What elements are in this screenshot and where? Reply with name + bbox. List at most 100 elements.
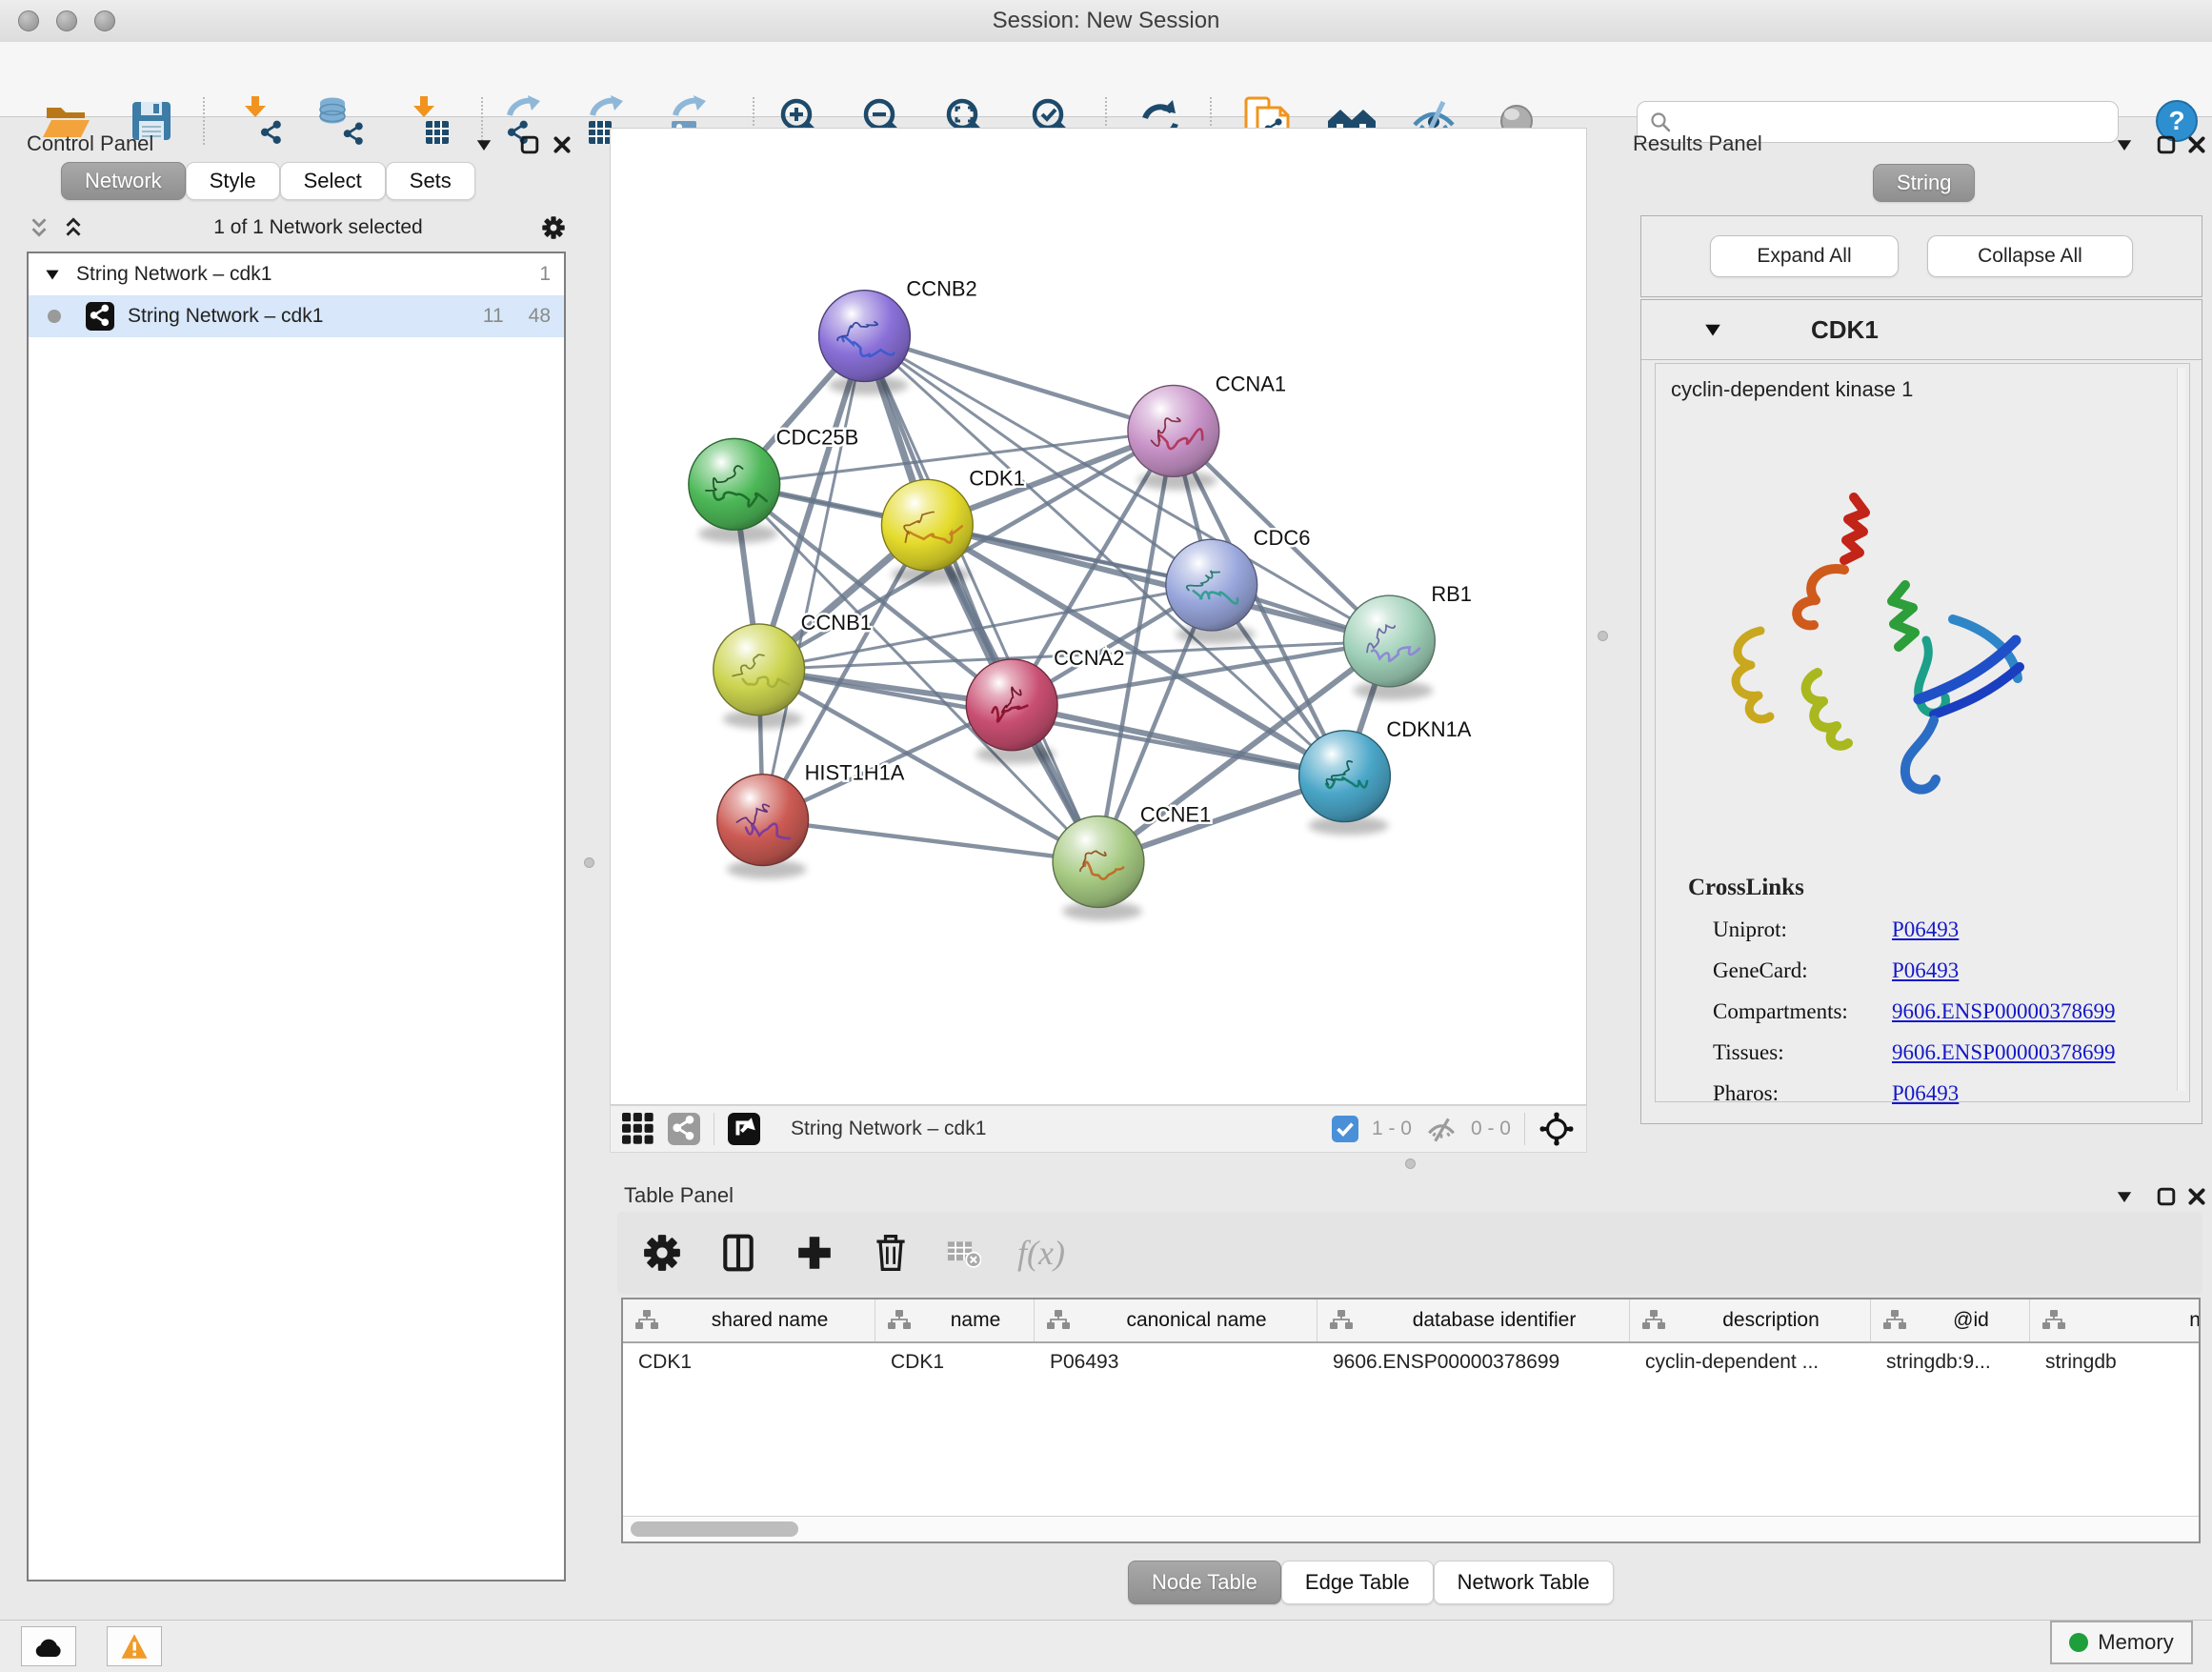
results-scrollbar[interactable] [2177,368,2185,1091]
table-cell[interactable]: P06493 [1035,1351,1317,1374]
cloud-button[interactable] [21,1626,76,1666]
warnings-button[interactable] [107,1626,162,1666]
selected-items-checkbox[interactable] [1332,1116,1358,1142]
warning-icon [120,1632,149,1661]
protein-section-header[interactable]: CDK1 [1641,300,2202,360]
memory-button[interactable]: Memory [2050,1621,2193,1664]
column-header-id[interactable]: @id [1871,1299,2030,1341]
node-RB1[interactable] [1343,595,1435,700]
tab-string[interactable]: String [1873,164,1975,202]
column-header-namespace[interactable]: namespace [2030,1299,2201,1341]
table-cell[interactable]: CDK1 [875,1351,1035,1374]
hidden-items-icon[interactable] [1425,1113,1458,1145]
control-panel-float-icon[interactable] [518,133,541,156]
tab-sets[interactable]: Sets [386,162,475,200]
control-panel-collapse-icon[interactable] [473,133,495,156]
table-options-gear-icon[interactable] [642,1233,682,1273]
table-cell[interactable]: stringdb:9... [1871,1351,2030,1374]
network-options-gear-icon[interactable] [541,215,566,240]
add-column-icon[interactable] [794,1233,835,1273]
network-overview-icon[interactable] [668,1113,700,1145]
expand-all-icon[interactable] [61,215,86,240]
node-CDC6[interactable] [1166,539,1257,644]
table-cell[interactable]: stringdb [2030,1351,2201,1374]
crosslink-pharos-link[interactable]: P06493 [1892,1081,1959,1106]
column-header-database-identifier[interactable]: database identifier [1317,1299,1630,1341]
column-header-canonical-name[interactable]: canonical name [1035,1299,1317,1341]
results-panel-float-icon[interactable] [2155,133,2178,156]
svg-text:?: ? [2168,106,2184,135]
crosslink-compartments-link[interactable]: 9606.ENSP00000378699 [1892,999,2116,1024]
right-splitter-handle[interactable] [1598,631,1608,641]
scrollbar-thumb[interactable] [631,1521,798,1537]
node-label: CCNB2 [906,277,976,301]
network-edge[interactable] [927,525,1389,641]
delete-column-icon[interactable] [871,1233,911,1273]
tab-style[interactable]: Style [186,162,280,200]
detach-view-icon[interactable] [728,1113,760,1145]
column-header-shared-name[interactable]: shared name [623,1299,875,1341]
table-panel-float-icon[interactable] [2155,1185,2178,1208]
table-cell[interactable]: 9606.ENSP00000378699 [1317,1351,1630,1374]
memory-status-dot [2069,1633,2088,1652]
expand-all-button[interactable]: Expand All [1710,235,1899,277]
table-cell[interactable]: cyclin-dependent ... [1630,1351,1871,1374]
crosslink-row: Uniprot:P06493 [1713,917,2174,942]
network-edge[interactable] [763,820,1098,862]
network-graph[interactable]: CCNB2CCNA1CDC25BCDK1CDC6RB1CCNB1CCNA2CDK… [611,129,1586,1104]
network-edge[interactable] [864,336,1173,432]
node-CDKN1A[interactable] [1299,731,1391,836]
tab-network-table[interactable]: Network Table [1434,1561,1614,1604]
table-panel-collapse-icon[interactable] [2113,1185,2136,1208]
table-horizontal-scrollbar[interactable] [623,1516,2199,1541]
crosslink-tissues-link[interactable]: 9606.ENSP00000378699 [1892,1040,2116,1065]
node-CCNE1[interactable] [1053,816,1144,921]
tab-select[interactable]: Select [280,162,386,200]
node-label: CDKN1A [1386,717,1471,741]
minimize-window-button[interactable] [56,10,77,31]
grid-view-icon[interactable] [622,1113,654,1145]
node-label: CCNB1 [801,611,872,635]
crosslink-row: GeneCard:P06493 [1713,958,2174,983]
status-bar: Memory [0,1620,2212,1672]
hidden-count: 0 - 0 [1471,1118,1511,1140]
section-expander-icon[interactable] [1700,317,1725,342]
table-cell[interactable]: CDK1 [623,1351,875,1374]
network-row[interactable]: String Network – cdk1 11 48 [29,295,564,337]
node-HIST1H1A[interactable] [717,775,809,879]
table-panel-close-icon[interactable] [2185,1185,2208,1208]
results-panel-collapse-icon[interactable] [2113,133,2136,156]
tab-network[interactable]: Network [61,162,186,200]
column-header-name[interactable]: name [875,1299,1035,1341]
tab-node-table[interactable]: Node Table [1128,1561,1281,1604]
tab-edge-table[interactable]: Edge Table [1281,1561,1434,1604]
network-canvas[interactable]: CCNB2CCNA1CDC25BCDK1CDC6RB1CCNB1CCNA2CDK… [610,128,1587,1105]
zoom-window-button[interactable] [94,10,115,31]
bottom-splitter-handle[interactable] [1405,1158,1416,1169]
network-collection-row[interactable]: String Network – cdk1 1 [29,253,564,295]
import-table-from-file-button[interactable] [401,94,454,148]
center-view-icon[interactable] [1538,1111,1575,1147]
import-network-from-database-button[interactable] [313,94,367,148]
node-CDC25B[interactable] [689,438,780,543]
node-CCNB1[interactable] [714,624,805,729]
crosslink-uniprot-link[interactable]: P06493 [1892,917,1959,942]
collapse-all-button[interactable]: Collapse All [1927,235,2133,277]
left-splitter-handle[interactable] [584,857,594,868]
node-CCNA2[interactable] [966,659,1057,764]
collapse-all-icon[interactable] [27,215,51,240]
node-CDK1[interactable] [881,479,973,584]
node-CCNA1[interactable] [1128,385,1219,490]
crosslink-genecard-link[interactable]: P06493 [1892,958,1959,983]
crosslink-row: Tissues:9606.ENSP00000378699 [1713,1040,2174,1065]
close-window-button[interactable] [18,10,39,31]
import-network-from-file-button[interactable] [232,94,286,148]
collection-expander-icon[interactable] [42,264,63,285]
results-panel-close-icon[interactable] [2185,133,2208,156]
show-columns-icon[interactable] [718,1233,758,1273]
column-header-description[interactable]: description [1630,1299,1871,1341]
table-row[interactable]: CDK1CDK1P064939606.ENSP00000378699cyclin… [623,1343,2199,1381]
node-table[interactable]: shared name name canonical name database… [621,1298,2201,1543]
control-panel-close-icon[interactable] [551,133,573,156]
node-CCNB2[interactable] [819,291,911,395]
